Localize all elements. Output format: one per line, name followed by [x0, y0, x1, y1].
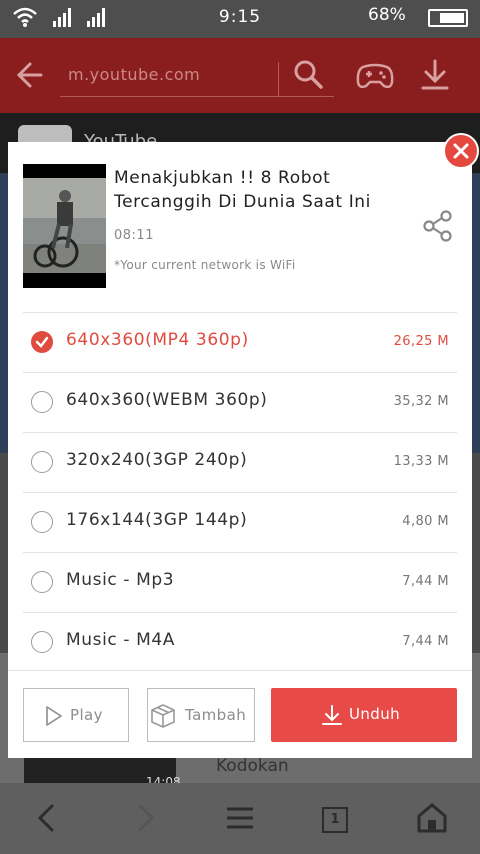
close-button[interactable] — [443, 133, 479, 169]
radio-button[interactable] — [31, 391, 53, 413]
video-title[interactable]: Kodokan — [216, 756, 289, 776]
battery-icon — [428, 9, 468, 27]
format-list: 640x360(MP4 360p) 26,25 M 640x360(WEBM 3… — [23, 312, 457, 672]
status-bar: 9:15 68% — [0, 0, 480, 38]
format-label: Music - Mp3 — [66, 570, 175, 590]
add-label: Tambah — [185, 706, 247, 724]
dialog-footer: Play Tambah Unduh — [8, 670, 472, 759]
browser-toolbar: m.youtube.com — [0, 38, 480, 113]
home-icon[interactable] — [416, 800, 448, 836]
format-label: 640x360(MP4 360p) — [66, 330, 249, 350]
back-arrow-icon[interactable] — [14, 60, 44, 90]
clock: 9:15 — [218, 7, 262, 27]
format-option[interactable]: 640x360(MP4 360p) 26,25 M — [23, 312, 457, 372]
checkmark-icon[interactable] — [31, 331, 53, 353]
format-label: 640x360(WEBM 360p) — [66, 390, 268, 410]
format-size: 7,44 M — [402, 574, 449, 589]
tab-count: 1 — [330, 812, 340, 827]
radio-button[interactable] — [31, 511, 53, 533]
video-title: Menakjubkan !! 8 Robot Tercanggih Di Dun… — [114, 168, 371, 212]
format-label: Music - M4A — [66, 630, 176, 650]
download-button[interactable]: Unduh — [271, 688, 457, 742]
add-button[interactable]: Tambah — [147, 688, 255, 742]
radio-button[interactable] — [31, 571, 53, 593]
search-icon[interactable] — [292, 58, 324, 90]
share-icon[interactable] — [422, 210, 454, 242]
tabs-icon[interactable]: 1 — [322, 807, 348, 833]
format-size: 13,33 M — [393, 454, 449, 469]
battery-percent: 68% — [368, 5, 406, 25]
format-option[interactable]: Music - Mp3 7,44 M — [23, 552, 457, 612]
play-icon — [46, 706, 62, 726]
video-thumbnail — [23, 164, 106, 288]
close-icon — [453, 143, 469, 159]
format-option[interactable]: 320x240(3GP 240p) 13,33 M — [23, 432, 457, 492]
forward-icon[interactable] — [132, 800, 160, 836]
back-icon[interactable] — [32, 800, 60, 836]
format-size: 7,44 M — [402, 634, 449, 649]
network-note: *Your current network is WiFi — [114, 258, 296, 272]
format-size: 4,80 M — [402, 514, 449, 529]
download-icon[interactable] — [420, 58, 450, 92]
format-label: 320x240(3GP 240p) — [66, 450, 248, 470]
format-option[interactable]: Music - M4A 7,44 M — [23, 612, 457, 672]
radio-button[interactable] — [31, 631, 53, 653]
format-option[interactable]: 640x360(WEBM 360p) 35,32 M — [23, 372, 457, 432]
format-option[interactable]: 176x144(3GP 144p) 4,80 M — [23, 492, 457, 552]
box-icon — [151, 704, 175, 728]
download-label: Unduh — [349, 705, 401, 723]
download-icon — [322, 705, 342, 725]
download-dialog: Menakjubkan !! 8 Robot Tercanggih Di Dun… — [8, 142, 472, 758]
game-controller-icon[interactable] — [355, 58, 395, 92]
robot-thumbnail-image — [23, 164, 106, 288]
play-label: Play — [70, 706, 103, 724]
format-size: 26,25 M — [393, 334, 449, 349]
radio-button[interactable] — [31, 451, 53, 473]
url-text: m.youtube.com — [68, 65, 201, 84]
menu-icon[interactable] — [224, 800, 256, 836]
play-button[interactable]: Play — [23, 688, 129, 742]
format-size: 35,32 M — [393, 394, 449, 409]
url-divider — [278, 62, 279, 96]
video-duration: 08:11 — [114, 228, 154, 243]
bottom-navigation: 1 — [0, 783, 480, 854]
format-label: 176x144(3GP 144p) — [66, 510, 248, 530]
